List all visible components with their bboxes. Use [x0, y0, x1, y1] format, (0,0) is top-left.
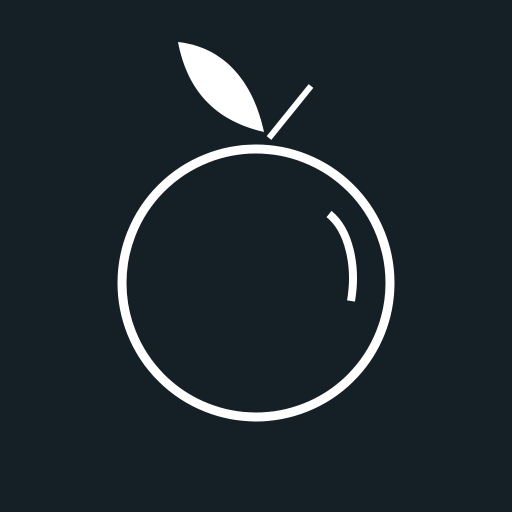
- fruit-icon: [117, 42, 395, 422]
- fruit-graphic: [117, 42, 395, 422]
- highlight-arc-icon: [326, 210, 357, 302]
- app-icon-canvas: [0, 0, 512, 512]
- stem-icon: [266, 84, 314, 140]
- leaf-icon: [178, 42, 264, 132]
